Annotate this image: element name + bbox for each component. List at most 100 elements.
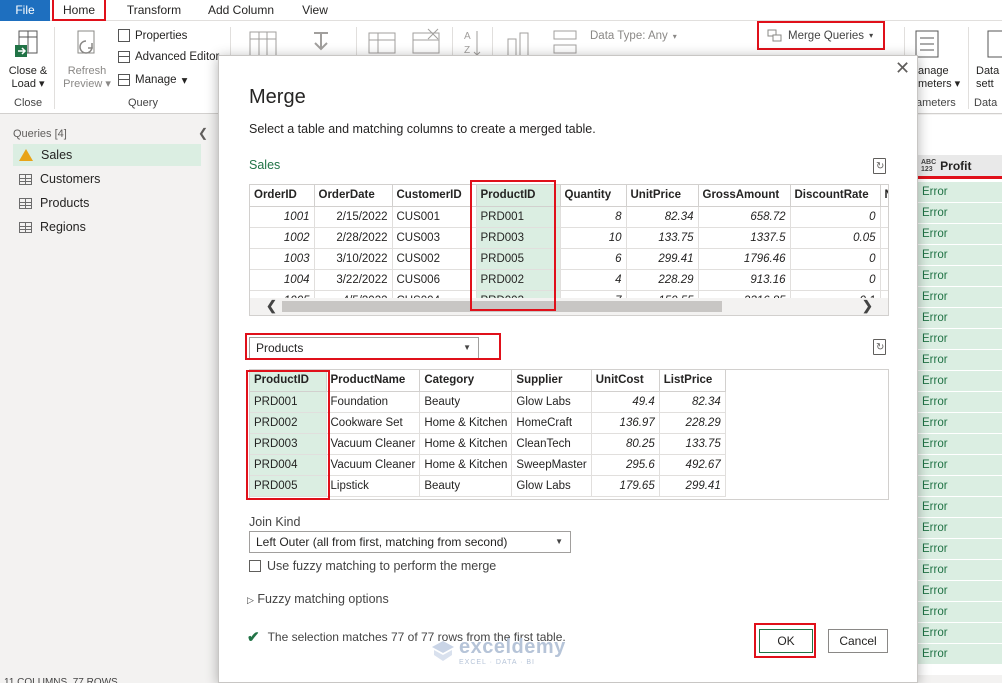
queries-pane: Queries [4] ❮ Sales Customers Products R… xyxy=(0,115,217,675)
join-kind-select[interactable]: Left Outer (all from first, matching fro… xyxy=(249,531,571,553)
table-cell: 80.25 xyxy=(591,433,660,455)
fuzzy-options-expander[interactable]: ▷ Fuzzy matching options xyxy=(247,592,389,606)
fuzzy-matching-checkbox[interactable]: Use fuzzy matching to perform the merge xyxy=(249,559,496,573)
column-header[interactable]: UnitPrice xyxy=(626,185,699,207)
query-item-products[interactable]: Products xyxy=(13,192,201,214)
query-item-regions[interactable]: Regions xyxy=(13,216,201,238)
column-header[interactable]: N xyxy=(880,185,888,207)
column-header[interactable]: OrderID xyxy=(250,185,315,207)
column-header[interactable]: OrderDate xyxy=(314,185,393,207)
merge-queries-button[interactable]: Merge Queries ▾ xyxy=(757,21,885,50)
column-header[interactable]: Quantity xyxy=(560,185,627,207)
query-item-sales[interactable]: Sales xyxy=(13,144,201,166)
error-cell[interactable]: Error xyxy=(918,413,1002,434)
tab-transform[interactable]: Transform xyxy=(118,0,190,21)
horizontal-scrollbar[interactable]: ❮ ❯ xyxy=(250,298,888,315)
cancel-button[interactable]: Cancel xyxy=(828,629,888,653)
table-cell: CUS003 xyxy=(392,227,477,249)
properties-button[interactable]: Properties xyxy=(118,29,187,42)
ok-button[interactable]: OK xyxy=(759,629,813,653)
error-cell[interactable]: Error xyxy=(918,182,1002,203)
column-header[interactable]: ProductName xyxy=(326,370,421,392)
query-item-customers[interactable]: Customers xyxy=(13,168,201,190)
table-cell: PRD001 xyxy=(476,206,561,228)
table-cell: CUS006 xyxy=(392,269,477,291)
column-header[interactable]: ProductID xyxy=(476,185,561,207)
column-header[interactable]: CustomerID xyxy=(392,185,477,207)
close-icon[interactable]: ✕ xyxy=(895,58,910,79)
close-load-icon xyxy=(15,30,38,57)
column-header-profit[interactable]: ABC 123 Profit xyxy=(918,155,1002,179)
dialog-title: Merge xyxy=(249,86,306,108)
tab-home[interactable]: Home xyxy=(52,0,106,21)
column-header[interactable]: ListPrice xyxy=(659,370,726,392)
checkbox[interactable] xyxy=(249,560,261,572)
table-cell: Vacuum Cleaner xyxy=(326,433,421,455)
tab-file[interactable]: File xyxy=(0,0,50,21)
scroll-thumb[interactable] xyxy=(282,301,722,312)
table-cell: 1796.46 xyxy=(698,248,791,270)
error-cell[interactable]: Error xyxy=(918,350,1002,371)
remove-rows-icon xyxy=(368,32,396,54)
advanced-editor-button[interactable]: Advanced Editor xyxy=(118,51,219,63)
table-cell: Vacuum Cleaner xyxy=(326,454,421,476)
collapse-pane-icon[interactable]: ❮ xyxy=(198,126,208,140)
error-cell[interactable]: Error xyxy=(918,203,1002,224)
error-cell[interactable]: Error xyxy=(918,644,1002,665)
column-header[interactable]: Category xyxy=(419,370,513,392)
error-cell[interactable]: Error xyxy=(918,245,1002,266)
queries-header: Queries [4] xyxy=(13,128,67,140)
error-cell[interactable]: Error xyxy=(918,539,1002,560)
error-cell[interactable]: Error xyxy=(918,497,1002,518)
tab-view[interactable]: View xyxy=(294,0,336,21)
data-type-dropdown[interactable]: Data Type: Any ▾ xyxy=(590,30,677,42)
refresh-preview-icon[interactable] xyxy=(873,339,886,355)
error-cell[interactable]: Error xyxy=(918,434,1002,455)
warning-icon xyxy=(19,149,33,161)
second-table-select[interactable]: Products ▼ xyxy=(249,337,479,359)
error-cell[interactable]: Error xyxy=(918,224,1002,245)
scroll-left-icon[interactable]: ❮ xyxy=(266,298,277,314)
table-cell: HomeCraft xyxy=(511,412,592,434)
table-cell: Beauty xyxy=(419,391,513,413)
table-cell: 3/22/2022 xyxy=(314,269,393,291)
table-cell: Glow Labs xyxy=(511,475,592,497)
error-cell[interactable]: Error xyxy=(918,560,1002,581)
column-header[interactable]: Supplier xyxy=(511,370,592,392)
column-header[interactable]: ProductID xyxy=(250,370,327,392)
column-header[interactable]: GrossAmount xyxy=(698,185,791,207)
data-source-settings-label[interactable]: Data sett xyxy=(976,65,1002,91)
error-cell[interactable]: Error xyxy=(918,329,1002,350)
error-cell[interactable]: Error xyxy=(918,581,1002,602)
manage-parameters-label[interactable]: anage meters ▾ xyxy=(918,65,962,91)
table-cell: PRD003 xyxy=(250,433,327,455)
column-header[interactable]: UnitCost xyxy=(591,370,660,392)
manage-button[interactable]: Manage ▾ xyxy=(118,73,187,87)
error-cell[interactable]: Error xyxy=(918,371,1002,392)
join-kind-label: Join Kind xyxy=(249,515,301,529)
scroll-right-icon[interactable]: ❯ xyxy=(862,298,873,314)
table-cell: 1002 xyxy=(250,227,315,249)
table-cell: PRD004 xyxy=(250,454,327,476)
error-cell[interactable]: Error xyxy=(918,623,1002,644)
error-cell[interactable]: Error xyxy=(918,308,1002,329)
error-cell[interactable]: Error xyxy=(918,602,1002,623)
error-cell[interactable]: Error xyxy=(918,476,1002,497)
table-cell: 82.34 xyxy=(659,391,726,413)
error-cell[interactable]: Error xyxy=(918,266,1002,287)
table-cell: PRD001 xyxy=(250,391,327,413)
table-cell: 295.6 xyxy=(591,454,660,476)
error-cell[interactable]: Error xyxy=(918,455,1002,476)
refresh-preview-button[interactable]: Refresh Preview ▾ xyxy=(62,27,112,91)
tab-add-column[interactable]: Add Column xyxy=(200,0,282,21)
error-cell[interactable]: Error xyxy=(918,518,1002,539)
table-cell: CleanTech xyxy=(511,433,592,455)
products-preview-grid: ProductID ProductName Category Supplier Unit… xyxy=(249,369,889,500)
refresh-preview-icon[interactable] xyxy=(873,158,886,174)
dialog-subtitle: Select a table and matching columns to c… xyxy=(249,122,596,136)
close-load-button[interactable]: Close & Load ▾ xyxy=(6,27,50,91)
error-cell[interactable]: Error xyxy=(918,392,1002,413)
error-cell[interactable]: Error xyxy=(918,287,1002,308)
table-cell: 2/15/2022 xyxy=(314,206,393,228)
column-header[interactable]: DiscountRate xyxy=(790,185,881,207)
